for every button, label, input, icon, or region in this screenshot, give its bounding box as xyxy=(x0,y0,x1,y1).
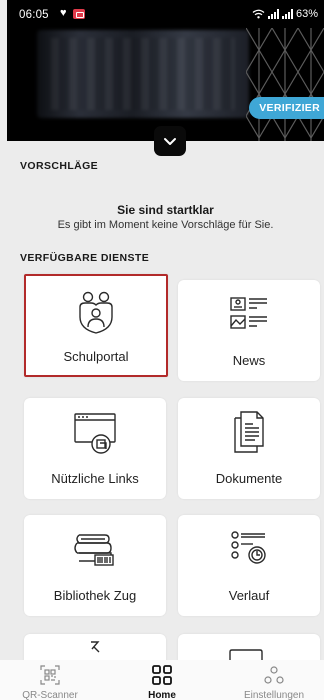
service-tile-dokumente[interactable]: Dokumente xyxy=(178,398,320,499)
nav-item-einstellungen[interactable]: Einstellungen xyxy=(224,660,324,700)
notification-icon xyxy=(73,9,85,19)
nav-label: Home xyxy=(148,690,176,700)
service-tile-nuetzliche-links[interactable]: Nützliche Links xyxy=(24,398,166,499)
history-list-icon xyxy=(231,531,266,564)
settings-dots-icon xyxy=(264,666,284,684)
service-tile-label: Bibliothek Zug xyxy=(53,588,137,603)
partial-service-icon xyxy=(91,641,100,653)
nav-item-home[interactable]: Home xyxy=(112,660,212,700)
service-tile-bibliothek-zug[interactable]: Bibliothek Zug xyxy=(24,515,166,616)
service-tile-schulportal[interactable]: Schulportal xyxy=(24,274,168,377)
expand-button[interactable] xyxy=(154,126,186,156)
chevron-down-icon xyxy=(164,137,176,145)
books-icon xyxy=(74,534,114,566)
family-shield-icon xyxy=(79,291,113,334)
documents-icon xyxy=(234,411,264,453)
status-bar: 06:05 ♥ 63% xyxy=(7,0,324,28)
link-browser-icon xyxy=(74,413,116,454)
suggestions-empty-title: Sie sind startklar xyxy=(117,203,214,217)
grid-icon xyxy=(152,665,172,685)
battery-percent: 63% xyxy=(295,8,318,20)
service-tile-label: News xyxy=(232,353,266,368)
app-header: 06:05 ♥ 63% VERIFIZIER xyxy=(7,0,324,141)
services-heading: VERFÜGBARE DIENSTE xyxy=(20,252,150,264)
bottom-navigation: QR-Scanner Home Einstellungen xyxy=(0,660,324,700)
signal-icon xyxy=(267,9,279,19)
nav-item-qr-scanner[interactable]: QR-Scanner xyxy=(0,660,100,700)
blurred-id-card[interactable] xyxy=(37,30,249,118)
service-tile-label: Nützliche Links xyxy=(51,471,139,486)
qr-code-icon xyxy=(40,665,60,685)
status-indicators: 63% xyxy=(252,8,318,20)
service-tile-news[interactable]: News xyxy=(178,280,320,381)
signal-icon-2 xyxy=(281,9,293,19)
header-pattern xyxy=(246,28,324,141)
service-tile-verlauf[interactable]: Verlauf xyxy=(178,515,320,616)
suggestions-heading: VORSCHLÄGE xyxy=(20,160,99,172)
nav-label: Einstellungen xyxy=(243,690,305,700)
nav-label: QR-Scanner xyxy=(22,690,78,700)
service-tile-label: Schulportal xyxy=(63,349,129,364)
suggestions-empty-text: Es gibt im Moment keine Vorschläge für S… xyxy=(57,219,274,231)
service-tile-label: Dokumente xyxy=(215,471,283,486)
status-time: 06:05 xyxy=(19,9,49,21)
verify-button[interactable]: VERIFIZIER xyxy=(249,97,324,119)
wifi-icon xyxy=(252,9,265,19)
heart-icon: ♥ xyxy=(60,7,67,19)
service-tile-label: Verlauf xyxy=(228,588,270,603)
news-icon xyxy=(230,297,267,329)
